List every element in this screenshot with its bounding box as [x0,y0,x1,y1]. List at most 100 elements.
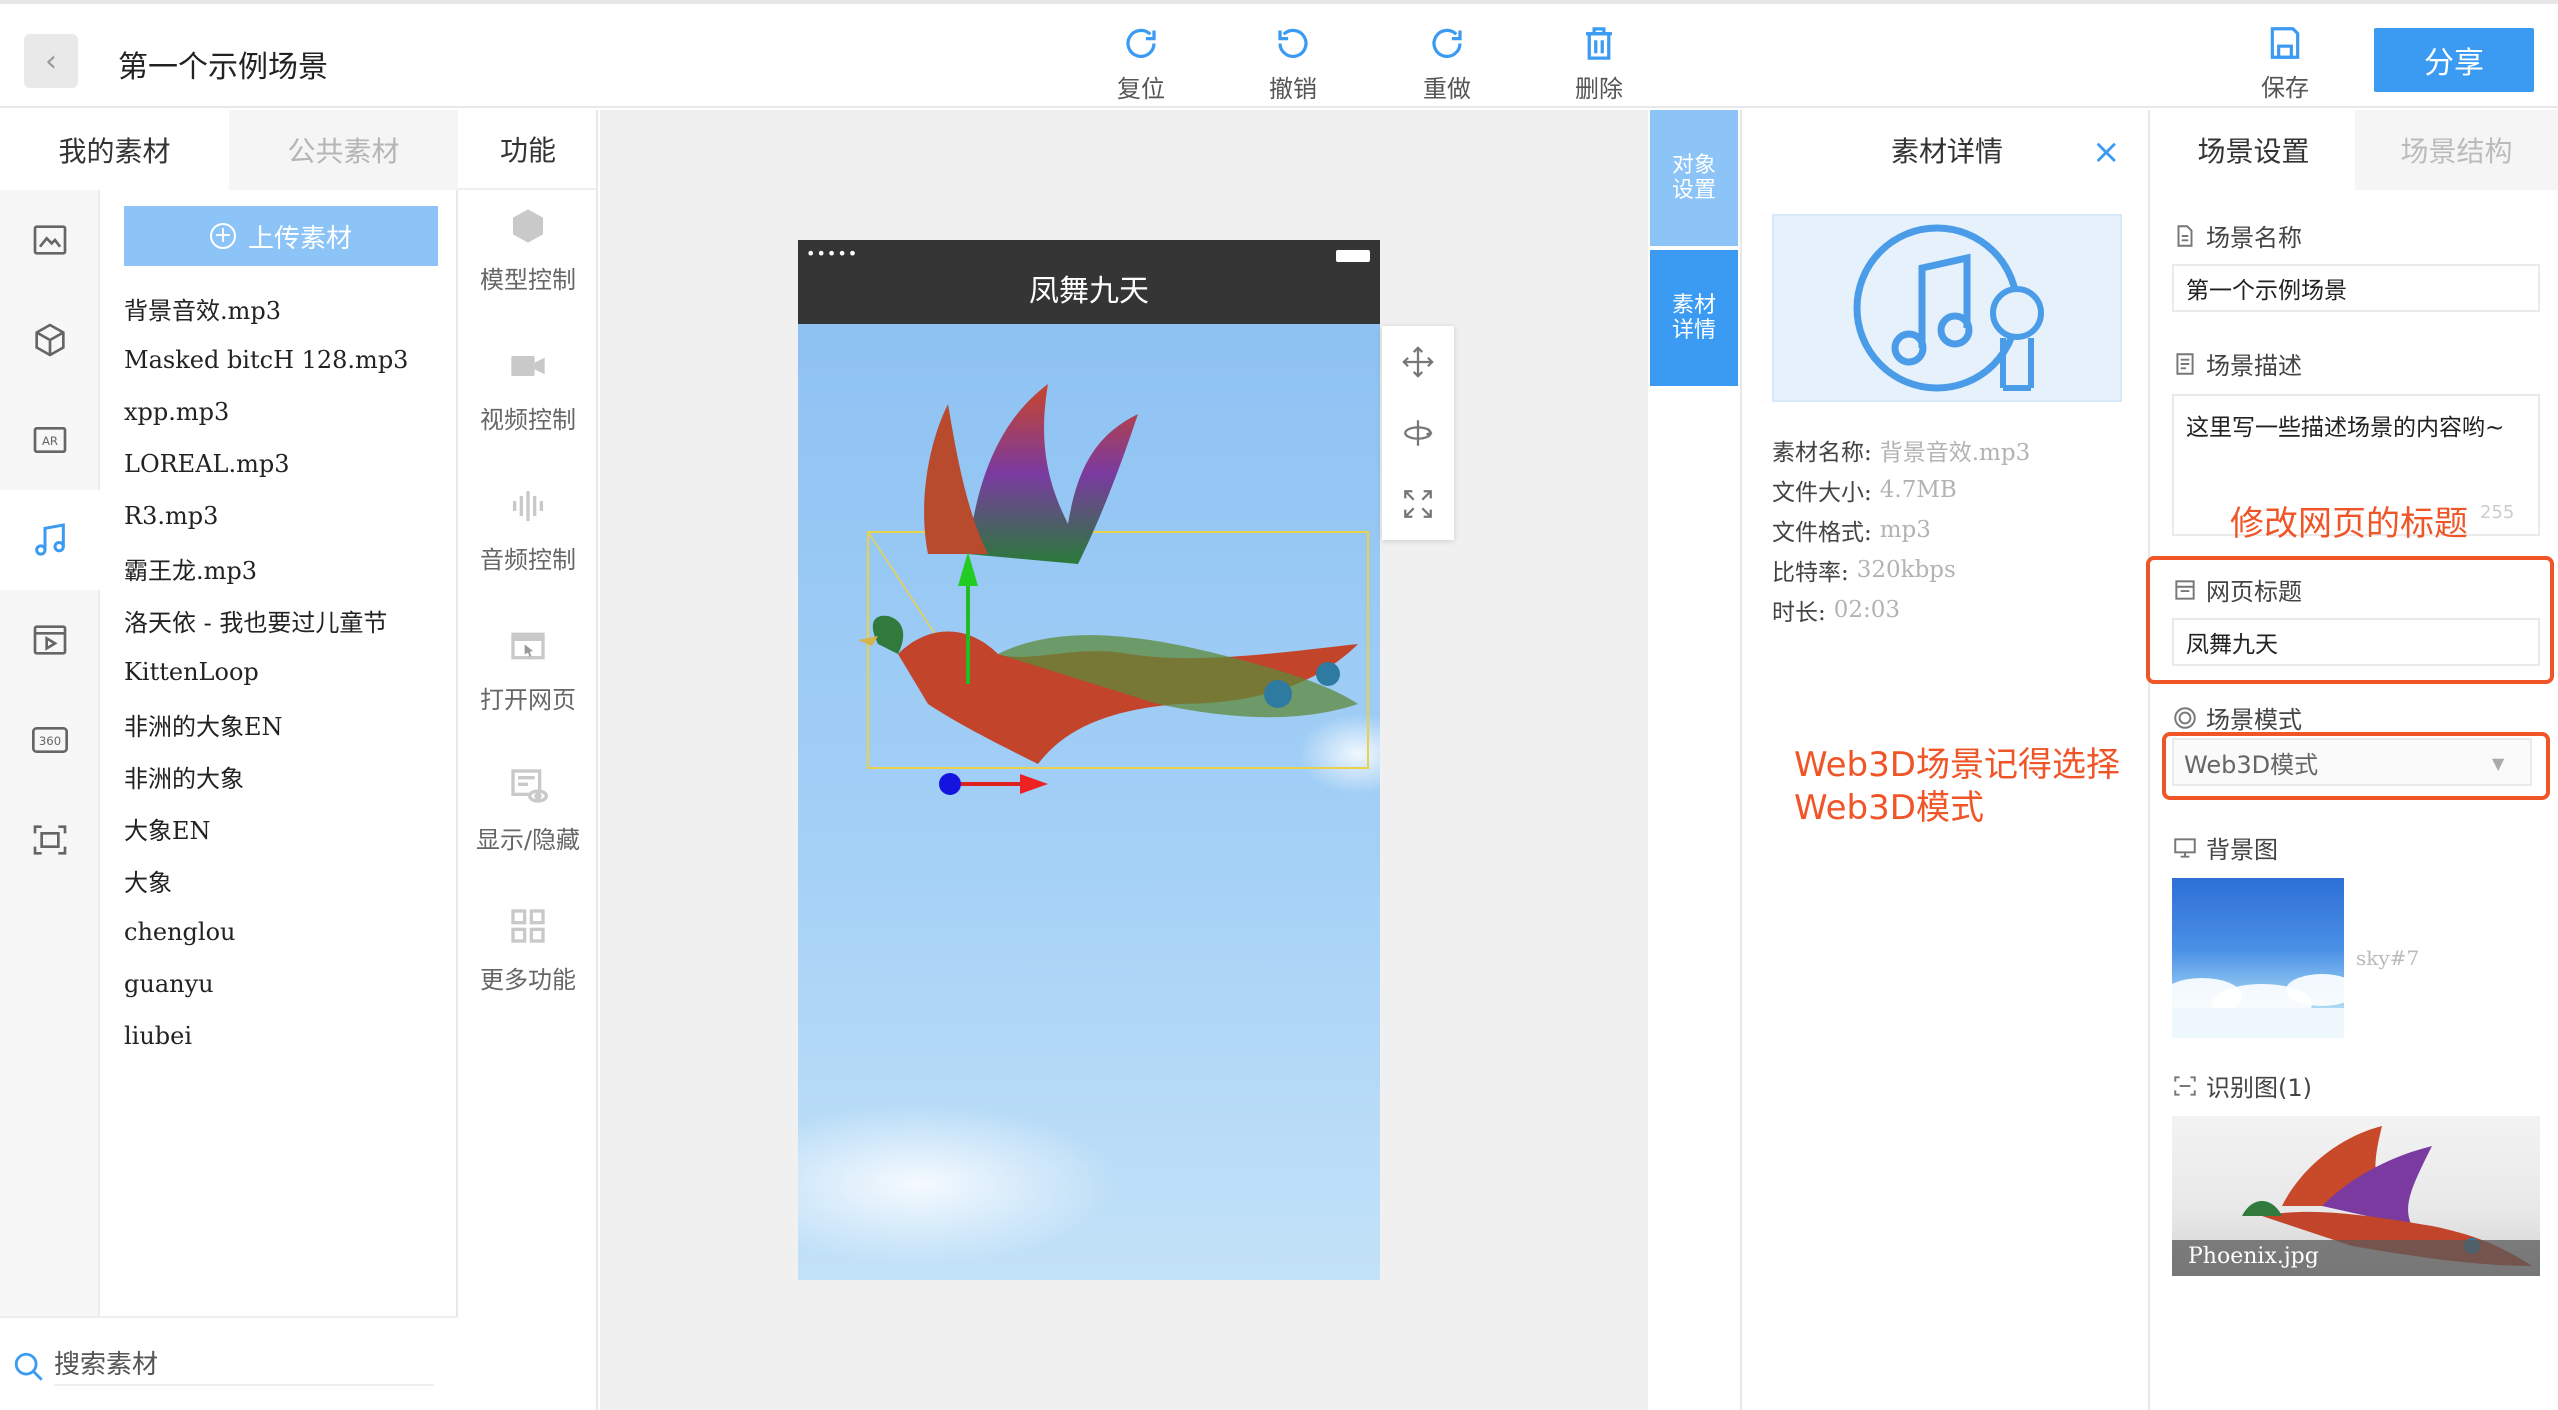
monitor-icon [2174,837,2196,858]
scene-mode-label: 场景模式 [2172,700,2302,735]
document-icon [2177,224,2193,247]
upload-material-button[interactable]: + 上传素材 [124,206,438,266]
func-model-control[interactable]: 模型控制 [458,206,598,336]
browser-icon [511,632,545,660]
material-file-item[interactable]: Masked bitcH 128.mp3 [124,334,444,386]
category-video[interactable] [0,590,100,690]
reset-button[interactable]: 复位 [1086,24,1196,104]
chevron-left-icon: ‹ [45,43,57,79]
material-file-item[interactable]: 非洲的大象EN [124,698,444,750]
function-title: 功能 [458,110,598,190]
scene-desc-label: 场景描述 [2172,346,2302,381]
material-search [0,1316,458,1410]
info-format: 文件格式: mp3 [1772,517,1931,546]
category-ar[interactable]: AR [0,390,100,490]
background-thumbnail[interactable] [2162,878,2358,1038]
cloud-illustration [2162,974,2358,1038]
transform-tools [1382,326,1454,540]
save-button[interactable]: 保存 [2230,24,2340,104]
phone-page-title: 凤舞九天 [1029,274,1149,309]
material-file-item[interactable]: R3.mp3 [124,490,444,542]
info-name: 素材名称: 背景音效.mp3 [1772,440,2031,466]
background-name: sky#7 [2356,946,2420,970]
marker-thumbnail[interactable]: Phoenix.jpg [2172,1116,2540,1276]
highlight-page-title [2146,556,2554,684]
music-icon [35,523,65,556]
plus-circle-icon: + [209,223,236,249]
func-video-control[interactable]: 视频控制 [458,346,598,476]
material-file-item[interactable]: liubei [124,1010,444,1062]
func-more[interactable]: 更多功能 [458,906,598,1036]
panorama-360-icon: 360 [32,727,68,753]
tab-public-materials[interactable]: 公共素材 [229,110,458,190]
close-icon[interactable]: × [2092,132,2121,172]
material-file-item[interactable]: chenglou [124,906,444,958]
material-file-item[interactable]: 非洲的大象 [124,750,444,802]
category-scan[interactable] [0,790,100,890]
phone-preview[interactable]: ••••• 凤舞九天 [798,240,1380,1280]
battery-icon [1336,250,1370,262]
cube-icon [35,323,65,357]
material-file-item[interactable]: 大象EN [124,802,444,854]
annotation-web3d-note: Web3D场景记得选择 Web3D模式 [1794,745,2120,828]
scene-title: 第一个示例场景 [118,50,328,85]
material-panel: 我的素材 公共素材 AR 360 + 上传素材 背景音效.mp3 Masked b… [0,110,458,1410]
material-file-item[interactable]: 大象 [124,854,444,906]
scan-frame-icon [2174,1075,2196,1096]
trash-icon [1586,27,1612,60]
signal-dots: ••••• [806,244,859,263]
rotate-icon[interactable] [1401,416,1435,450]
move-icon[interactable] [1401,345,1435,379]
scene-name-input[interactable]: 第一个示例场景 [2172,264,2540,312]
category-model[interactable] [0,290,100,390]
material-file-item[interactable]: 洛天依 - 我也要过儿童节 [124,594,444,646]
category-image[interactable] [0,190,100,290]
info-size: 文件大小: 4.7MB [1772,477,1957,506]
marker-caption-bar: Phoenix.jpg [2172,1240,2540,1276]
material-file-item[interactable]: 霸王龙.mp3 [124,542,444,594]
audio-wave-icon [513,491,543,521]
tab-my-materials[interactable]: 我的素材 [0,110,229,190]
func-show-hide[interactable]: 显示/隐藏 [458,766,598,896]
material-file-item[interactable]: KittenLoop [124,646,444,698]
function-column: 功能 模型控制 视频控制 音频控制 打开网页 显示/隐藏 更多功能 [458,110,598,1410]
category-audio[interactable] [0,490,100,590]
side-tab-material-detail[interactable]: 素材 详情 [1650,250,1738,386]
show-hide-icon [511,769,548,803]
func-open-webpage[interactable]: 打开网页 [458,626,598,756]
char-counter: 255 [2480,502,2515,523]
side-tab-object-settings[interactable]: 对象 设置 [1650,110,1738,246]
camera-icon [511,356,545,376]
phoenix-model[interactable] [798,324,1380,1280]
marker-filename: Phoenix.jpg [2188,1244,2319,1269]
material-file-item[interactable]: 背景音效.mp3 [124,282,444,334]
func-audio-control[interactable]: 音频控制 [458,486,598,616]
delete-button[interactable]: 删除 [1544,24,1654,104]
material-file-list: 背景音效.mp3 Masked bitcH 128.mp3 xpp.mp3 LOREA… [124,282,444,1062]
grid-icon [511,909,545,943]
undo-icon [1278,28,1308,58]
share-button[interactable]: 分享 [2374,28,2534,92]
svg-text:AR: AR [42,434,58,448]
background-label: 背景图 [2172,830,2278,865]
material-file-item[interactable]: LOREAL.mp3 [124,438,444,490]
tab-scene-settings[interactable]: 场景设置 [2152,110,2355,190]
info-duration: 时长: 02:03 [1772,597,1901,626]
undo-button[interactable]: 撤销 [1238,24,1348,104]
scale-icon[interactable] [1401,487,1435,521]
search-input[interactable] [54,1346,434,1386]
video-icon [33,625,67,655]
top-bar: ‹ 第一个示例场景 复位 撤销 重做 删除 保存 分享 [0,0,2558,108]
search-icon[interactable] [12,1350,46,1384]
material-file-item[interactable]: guanyu [124,958,444,1010]
detail-title: 素材详情 [1890,135,2003,168]
refresh-icon [1126,28,1156,58]
scan-icon [33,825,67,855]
marker-image-label: 识别图(1) [2172,1068,2312,1103]
back-button[interactable]: ‹ [24,34,78,88]
material-file-item[interactable]: xpp.mp3 [124,386,444,438]
category-panorama[interactable]: 360 [0,690,100,790]
redo-button[interactable]: 重做 [1392,24,1502,104]
highlight-scene-mode [2162,732,2550,800]
tab-scene-structure[interactable]: 场景结构 [2355,110,2558,190]
